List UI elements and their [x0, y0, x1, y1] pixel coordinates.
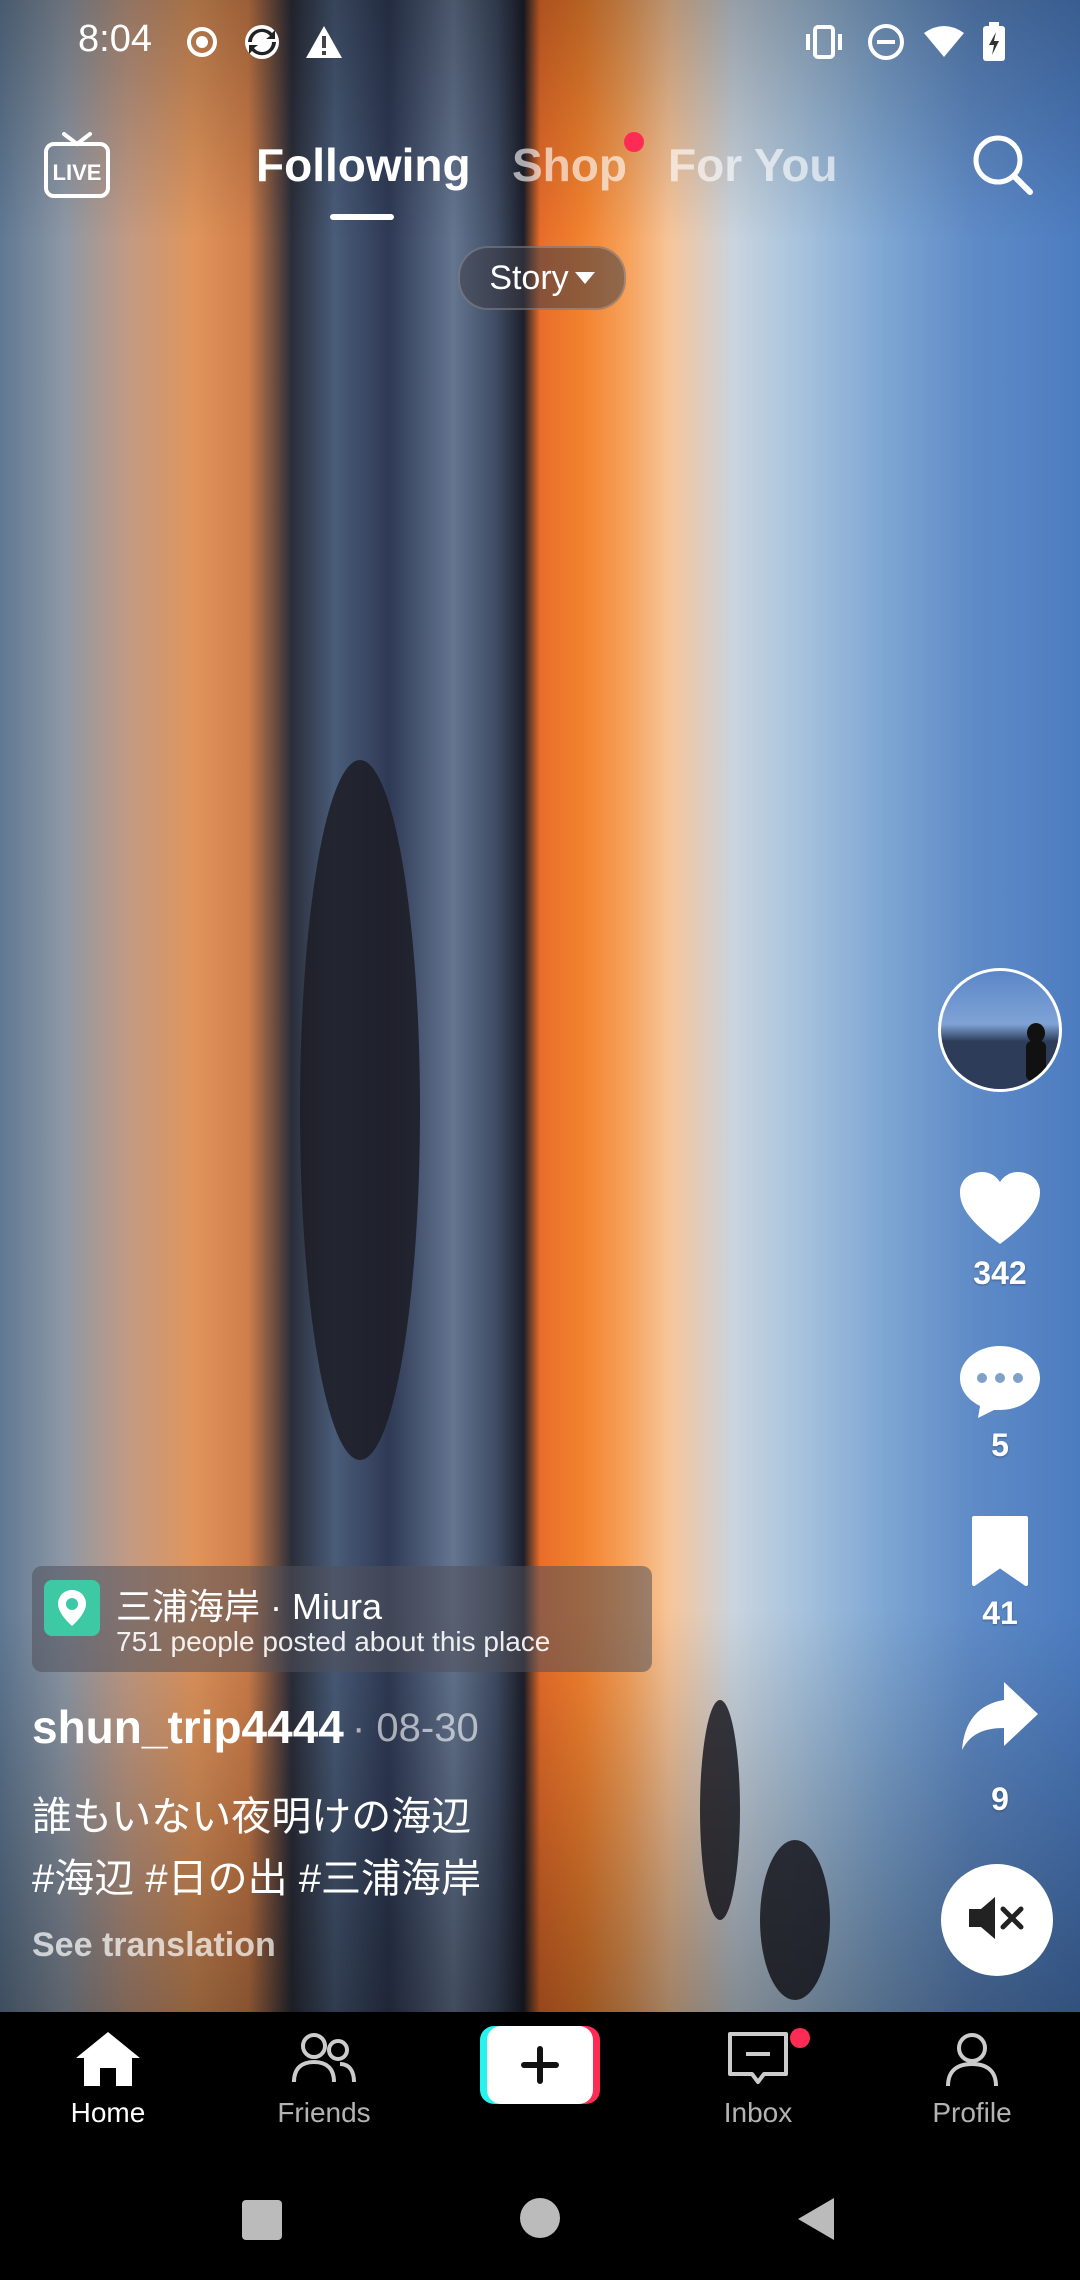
save-action[interactable]: 41 — [920, 1514, 1080, 1632]
like-count: 342 — [973, 1255, 1027, 1291]
save-count: 41 — [982, 1595, 1018, 1631]
home-system-icon[interactable] — [518, 2196, 562, 2245]
bottom-nav: Home Friends Inbox Profile — [0, 2012, 1080, 2162]
sync-app-icon — [240, 20, 284, 64]
bookmark-icon[interactable] — [968, 1514, 1032, 1593]
nav-home[interactable]: Home — [28, 2030, 188, 2129]
hashtags[interactable]: #海辺 #日の出 #三浦海岸 — [32, 1846, 481, 1904]
speaker-muted-icon — [967, 1893, 1027, 1948]
home-icon — [74, 2030, 142, 2093]
tab-for-you[interactable]: For You — [668, 138, 838, 192]
status-bar: 8:04 — [0, 0, 1080, 90]
nav-profile[interactable]: Profile — [892, 2030, 1052, 2129]
comment-action[interactable]: 5 — [920, 1342, 1080, 1464]
status-time: 8:04 — [78, 18, 152, 60]
story-dropdown[interactable]: Story — [458, 246, 626, 310]
tab-following[interactable]: Following — [256, 138, 471, 192]
inbox-icon — [726, 2030, 790, 2093]
location-card[interactable]: 三浦海岸 · Miura 751 people posted about thi… — [32, 1566, 652, 1672]
story-label: Story — [489, 258, 569, 297]
nav-home-label: Home — [70, 2097, 146, 2128]
live-tv-icon[interactable]: LIVE — [42, 130, 112, 202]
profile-icon — [942, 2030, 1002, 2093]
see-translation-link[interactable]: See translation — [32, 1926, 276, 1965]
friends-icon — [290, 2030, 358, 2093]
location-subtitle: 751 people posted about this place — [116, 1626, 551, 1657]
system-nav-bar — [0, 2162, 1080, 2280]
nav-friends[interactable]: Friends — [244, 2030, 404, 2129]
recents-icon[interactable] — [240, 2198, 284, 2247]
username[interactable]: shun_trip4444 — [32, 1700, 344, 1754]
mute-button[interactable] — [941, 1864, 1053, 1976]
wifi-icon — [922, 20, 966, 64]
search-icon[interactable] — [970, 132, 1036, 198]
active-tab-indicator — [330, 214, 394, 220]
back-icon[interactable] — [796, 2196, 836, 2247]
battery-charging-icon — [972, 20, 1016, 64]
location-pin-icon — [44, 1580, 100, 1636]
nav-inbox-label: Inbox — [723, 2097, 793, 2128]
dnd-icon — [864, 20, 908, 64]
like-action[interactable]: 342 — [920, 1170, 1080, 1292]
caption-line: 誰もいない夜明けの海辺 — [32, 1795, 472, 1839]
vibrate-icon — [802, 20, 846, 64]
svg-text:LIVE: LIVE — [53, 160, 102, 185]
create-button[interactable] — [480, 2026, 600, 2104]
plus-icon — [487, 2026, 593, 2104]
heart-icon[interactable] — [958, 1170, 1042, 1253]
chevron-down-icon — [574, 272, 595, 284]
share-icon[interactable] — [960, 1676, 1040, 1761]
comment-icon[interactable] — [958, 1342, 1042, 1425]
creator-avatar[interactable] — [938, 968, 1062, 1092]
screen: { "status_bar": { "time": "8:04", "left_… — [0, 0, 1080, 2280]
post-date: · 08-30 — [352, 1706, 479, 1750]
nav-friends-label: Friends — [277, 2097, 371, 2128]
location-name: 三浦海岸 · Miura — [116, 1586, 383, 1627]
nav-inbox[interactable]: Inbox — [678, 2030, 838, 2129]
tab-shop[interactable]: Shop — [512, 138, 627, 192]
share-action[interactable]: 9 — [920, 1676, 1080, 1818]
shop-badge — [624, 132, 644, 152]
comment-count: 5 — [991, 1427, 1009, 1463]
nav-profile-label: Profile — [932, 2097, 1012, 2128]
share-count: 9 — [991, 1781, 1009, 1817]
warning-icon — [302, 20, 346, 64]
inbox-badge — [790, 2028, 810, 2048]
top-nav: LIVE Following Shop For You — [0, 120, 1080, 230]
record-icon — [180, 20, 224, 64]
